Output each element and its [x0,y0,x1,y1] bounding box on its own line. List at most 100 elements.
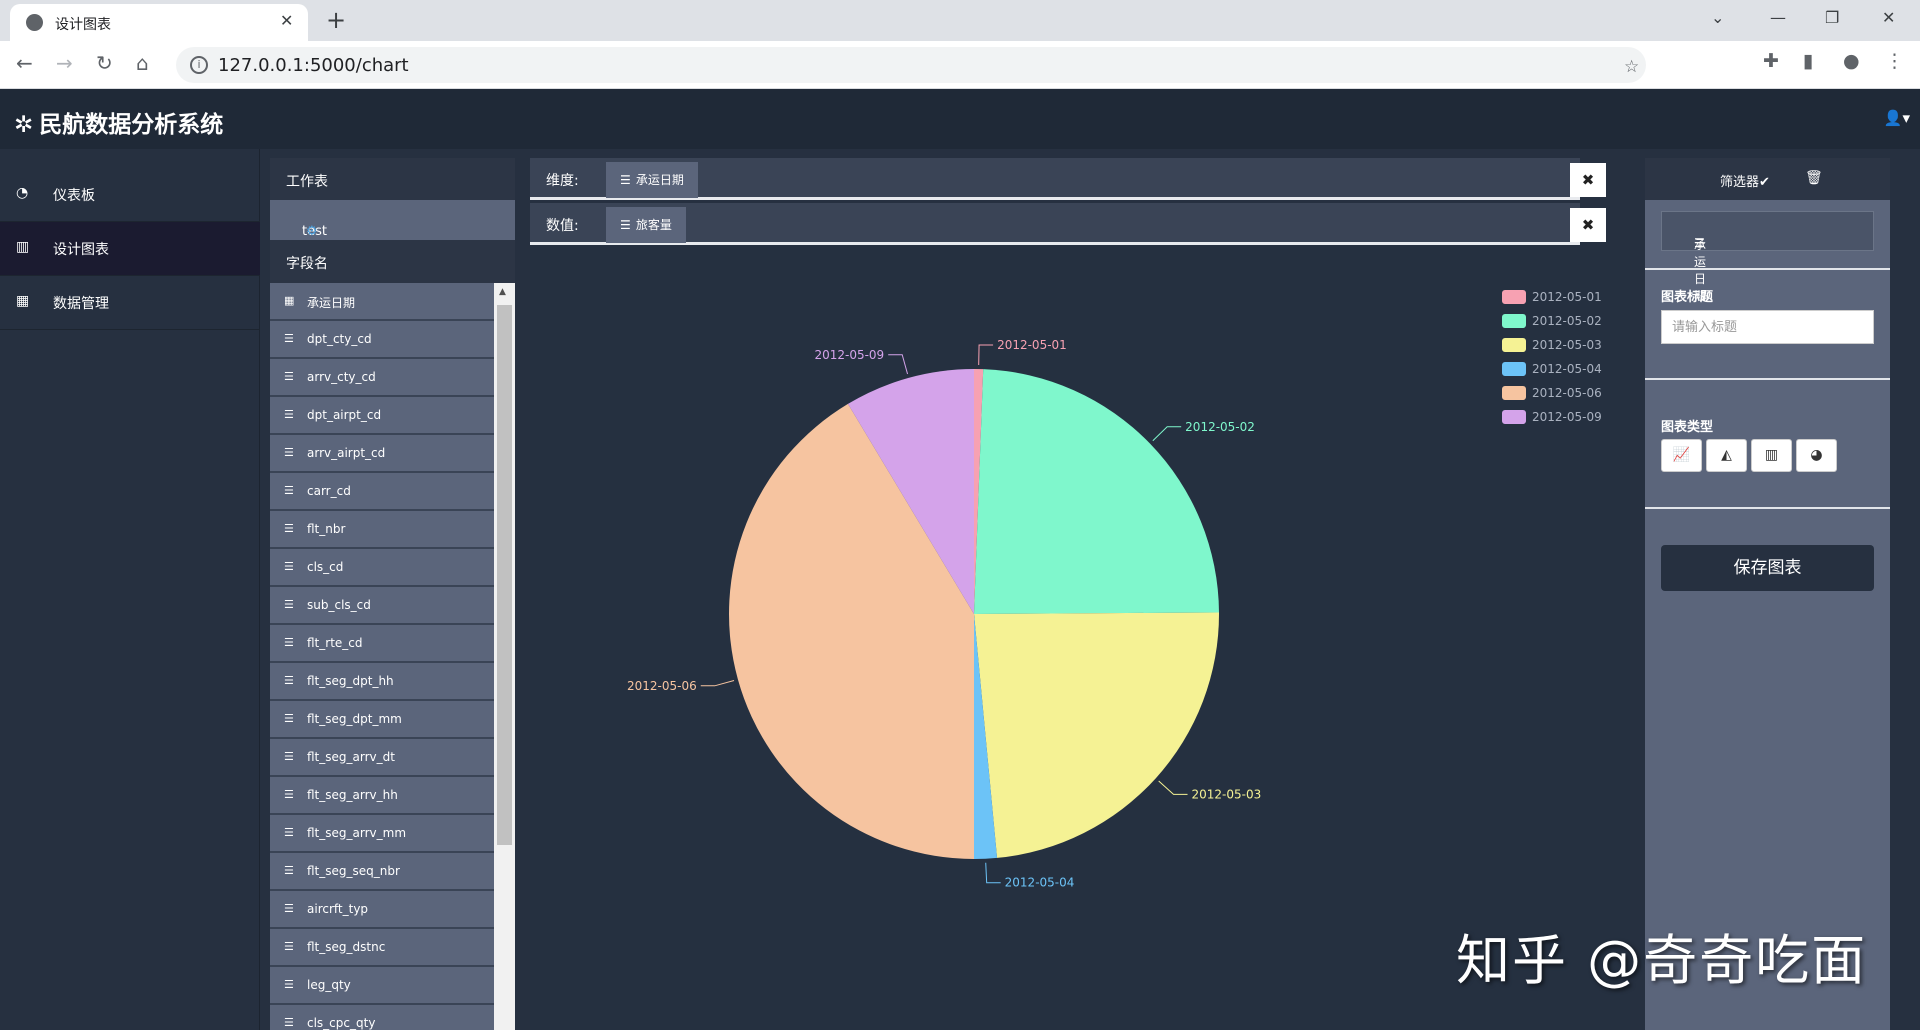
field-item[interactable]: ☰ flt_seg_dstnc [270,929,494,966]
slice-label: 2012-05-04 [1005,876,1075,890]
dimension-pill[interactable]: ☰ 承运日期 [606,162,698,198]
save-chart-button[interactable]: 保存图表 [1661,545,1874,591]
extensions-icon[interactable]: ✚ [1763,50,1779,72]
legend-swatch[interactable] [1502,338,1526,352]
field-item[interactable]: ☰ flt_seg_dpt_hh [270,663,494,700]
field-icon: ☰ [284,826,294,839]
app-brand[interactable]: ✲ 民航数据分析系统 [14,105,223,139]
area-chart-button[interactable]: ◭ [1706,439,1747,472]
legend-label[interactable]: 2012-05-04 [1532,362,1602,376]
divider [1645,507,1890,509]
restore-icon[interactable]: ❐ [1825,8,1839,27]
tab-search-icon[interactable]: ⌄ [1711,8,1724,27]
measure-pill[interactable]: ☰ 旅客量 [606,207,686,243]
window-close-icon[interactable]: ✕ [1882,8,1895,27]
new-tab-icon[interactable]: + [326,6,346,34]
chart-title-input[interactable] [1661,310,1874,344]
field-item[interactable]: ☰ flt_seg_arrv_hh [270,777,494,814]
back-icon[interactable]: ← [16,51,33,75]
measure-shelf: 数值: ☰ 旅客量 [530,203,1580,245]
filter-tab[interactable]: 筛选器✔ [1720,171,1770,190]
bar-chart-button[interactable]: ▥ [1751,439,1792,472]
address-bar[interactable]: i 127.0.0.1:5000/chart ☆ [176,47,1646,83]
side-panel-icon[interactable]: ▮ [1803,50,1813,72]
field-item[interactable]: ☰ leg_qty [270,967,494,1004]
scrollbar-thumb[interactable] [497,305,512,845]
home-icon[interactable]: ⌂ [136,51,149,75]
legend-label[interactable]: 2012-05-06 [1532,386,1602,400]
pie-chart-button[interactable]: ◕ [1796,439,1837,472]
field-list: ▦ 承运日期 ☰ dpt_cty_cd ☰ arrv_cty_cd ☰ dpt_airpt_c… [270,283,515,1030]
legend-label[interactable]: 2012-05-09 [1532,410,1602,424]
line-chart-button[interactable]: 📈 [1661,439,1702,472]
dimension-label: 维度: [546,173,579,189]
field-item[interactable]: ☰ flt_seg_dpt_mm [270,701,494,738]
legend-swatch[interactable] [1502,314,1526,328]
field-item[interactable]: ☰ flt_rte_cd [270,625,494,662]
sidebar: ◔ 仪表板 ▥ 设计图表 ▦ 数据管理 [0,149,260,1030]
browser-tab[interactable]: 设计图表 ✕ [10,4,308,41]
url-text: 127.0.0.1:5000/chart [218,55,409,76]
field-item[interactable]: ☰ flt_seg_seq_nbr [270,853,494,890]
reload-icon[interactable]: ↻ [96,51,113,75]
tab-close-icon[interactable]: ✕ [280,11,293,30]
slice-label: 2012-05-09 [814,348,884,362]
chart-title-label: 图表标题 [1661,290,1714,305]
sidebar-item-data-management[interactable]: ▦ 数据管理 [0,276,260,330]
field-name: cls_cpc_qty [307,1016,376,1030]
sidebar-item-dashboard[interactable]: ◔ 仪表板 [0,168,260,222]
field-item[interactable]: ▦ 承运日期 [270,283,494,320]
trash-icon[interactable]: 🗑 [1805,170,1823,186]
field-item[interactable]: ☰ flt_nbr [270,511,494,548]
field-item[interactable]: ☰ arrv_airpt_cd [270,435,494,472]
browser-tabbar: 设计图表 ✕ + ⌄ — ❐ ✕ [0,0,1920,41]
sheet-settings-icon[interactable]: ⚙ [306,224,318,239]
field-item[interactable]: ☰ flt_seg_arrv_dt [270,739,494,776]
field-name: sub_cls_cd [307,598,371,612]
settings-panel: 筛选器✔ 🗑 ☰ 承运日期 图表标题 图表类型 📈 ◭ ▥ ◕ 保存图表 [1645,158,1890,1030]
browser-menu-icon[interactable]: ⋮ [1885,50,1904,72]
brand-title: 民航数据分析系统 [39,112,224,138]
field-list-scrollbar[interactable]: ▲ [494,283,515,1030]
filter-pill[interactable]: ☰ 承运日期 [1661,211,1874,303]
bookmark-star-icon[interactable]: ☆ [1624,57,1639,77]
bar-chart-icon: ▥ [1764,447,1779,463]
legend-swatch[interactable] [1502,290,1526,304]
site-info-icon[interactable]: i [190,56,208,74]
field-icon: ☰ [284,332,294,345]
field-item[interactable]: ☰ aircrft_typ [270,891,494,928]
field-icon: ☰ [284,1016,294,1029]
profile-icon[interactable]: ● [1843,50,1860,72]
clear-dimension-button[interactable]: ✖ [1570,163,1606,197]
field-item[interactable]: ☰ dpt_cty_cd [270,321,494,358]
field-item[interactable]: ☰ dpt_airpt_cd [270,397,494,434]
field-item[interactable]: ☰ carr_cd [270,473,494,510]
sheet-item[interactable]: test ⚙ [270,200,515,240]
divider [1645,268,1890,270]
legend-swatch[interactable] [1502,410,1526,424]
legend-swatch[interactable] [1502,386,1526,400]
legend-swatch[interactable] [1502,362,1526,376]
scroll-up-icon[interactable]: ▲ [499,287,506,297]
pie-slice[interactable] [974,612,1219,858]
field-icon: ☰ [284,560,294,573]
settings-header: 筛选器✔ 🗑 [1645,158,1890,200]
field-item[interactable]: ☰ flt_seg_arrv_mm [270,815,494,852]
field-item[interactable]: ☰ sub_cls_cd [270,587,494,624]
pie-slice[interactable] [974,369,1219,614]
field-name: flt_seg_arrv_mm [307,826,407,840]
legend-label[interactable]: 2012-05-01 [1532,290,1602,304]
minimize-icon[interactable]: — [1770,8,1786,27]
legend-label[interactable]: 2012-05-03 [1532,338,1602,352]
field-item[interactable]: ☰ cls_cpc_qty [270,1005,494,1030]
clear-measure-button[interactable]: ✖ [1570,208,1606,242]
fields-header-label: 字段名 [286,256,328,272]
forward-icon[interactable]: → [56,51,73,75]
tab-title: 设计图表 [55,17,111,33]
user-menu-icon[interactable]: 👤▾ [1884,109,1910,127]
field-item[interactable]: ☰ arrv_cty_cd [270,359,494,396]
field-name: flt_nbr [307,522,346,536]
field-item[interactable]: ☰ cls_cd [270,549,494,586]
legend-label[interactable]: 2012-05-02 [1532,314,1602,328]
sidebar-item-design-chart[interactable]: ▥ 设计图表 [0,222,260,276]
